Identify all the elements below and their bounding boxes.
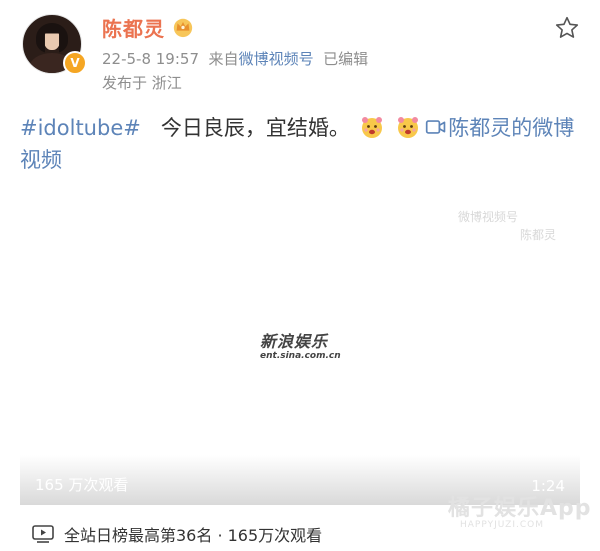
verified-badge: V [63, 51, 87, 75]
sina-ent-logo: 新浪娱乐 ent.sina.com.cn [260, 332, 341, 361]
flower-face-emoji-icon [398, 117, 419, 138]
source-link[interactable]: 微博视频号 [239, 50, 314, 68]
timestamp: 22-5-8 19:57 [102, 50, 199, 68]
video-camera-icon [426, 120, 446, 134]
ranking-row[interactable]: 全站日榜最高第36名 · 165万次观看 [32, 522, 322, 546]
ranking-text: 全站日榜最高第36名 · 165万次观看 [64, 526, 323, 545]
post-text: #idoltube# 今日良辰，宜结婚。 陈都灵的微博视频 [20, 112, 590, 176]
flower-face-emoji-icon [361, 117, 382, 138]
location: 发布于 浙江 [102, 74, 182, 92]
favorite-star-icon[interactable] [554, 15, 580, 41]
source-prefix: 来自 [208, 50, 239, 68]
username[interactable]: 陈都灵 [102, 13, 165, 42]
app-watermark: 橘子娱乐App HAPPYJUZI.COM [448, 496, 592, 530]
video-play-icon [32, 525, 54, 543]
video-watermark: 微博视频号 陈都灵 [458, 210, 557, 242]
video-view-count: 165 万次观看 [35, 476, 129, 494]
post-meta: 22-5-8 19:57 来自微博视频号 已编辑 [102, 48, 368, 69]
hashtag-link[interactable]: #idoltube# [20, 116, 141, 140]
video-player[interactable]: 微博视频号 陈都灵 新浪娱乐 ent.sina.com.cn 165 万次观看 … [20, 190, 580, 505]
edited-label: 已编辑 [323, 50, 369, 68]
crown-icon [173, 18, 193, 38]
post-body: 今日良辰，宜结婚。 [160, 116, 350, 140]
